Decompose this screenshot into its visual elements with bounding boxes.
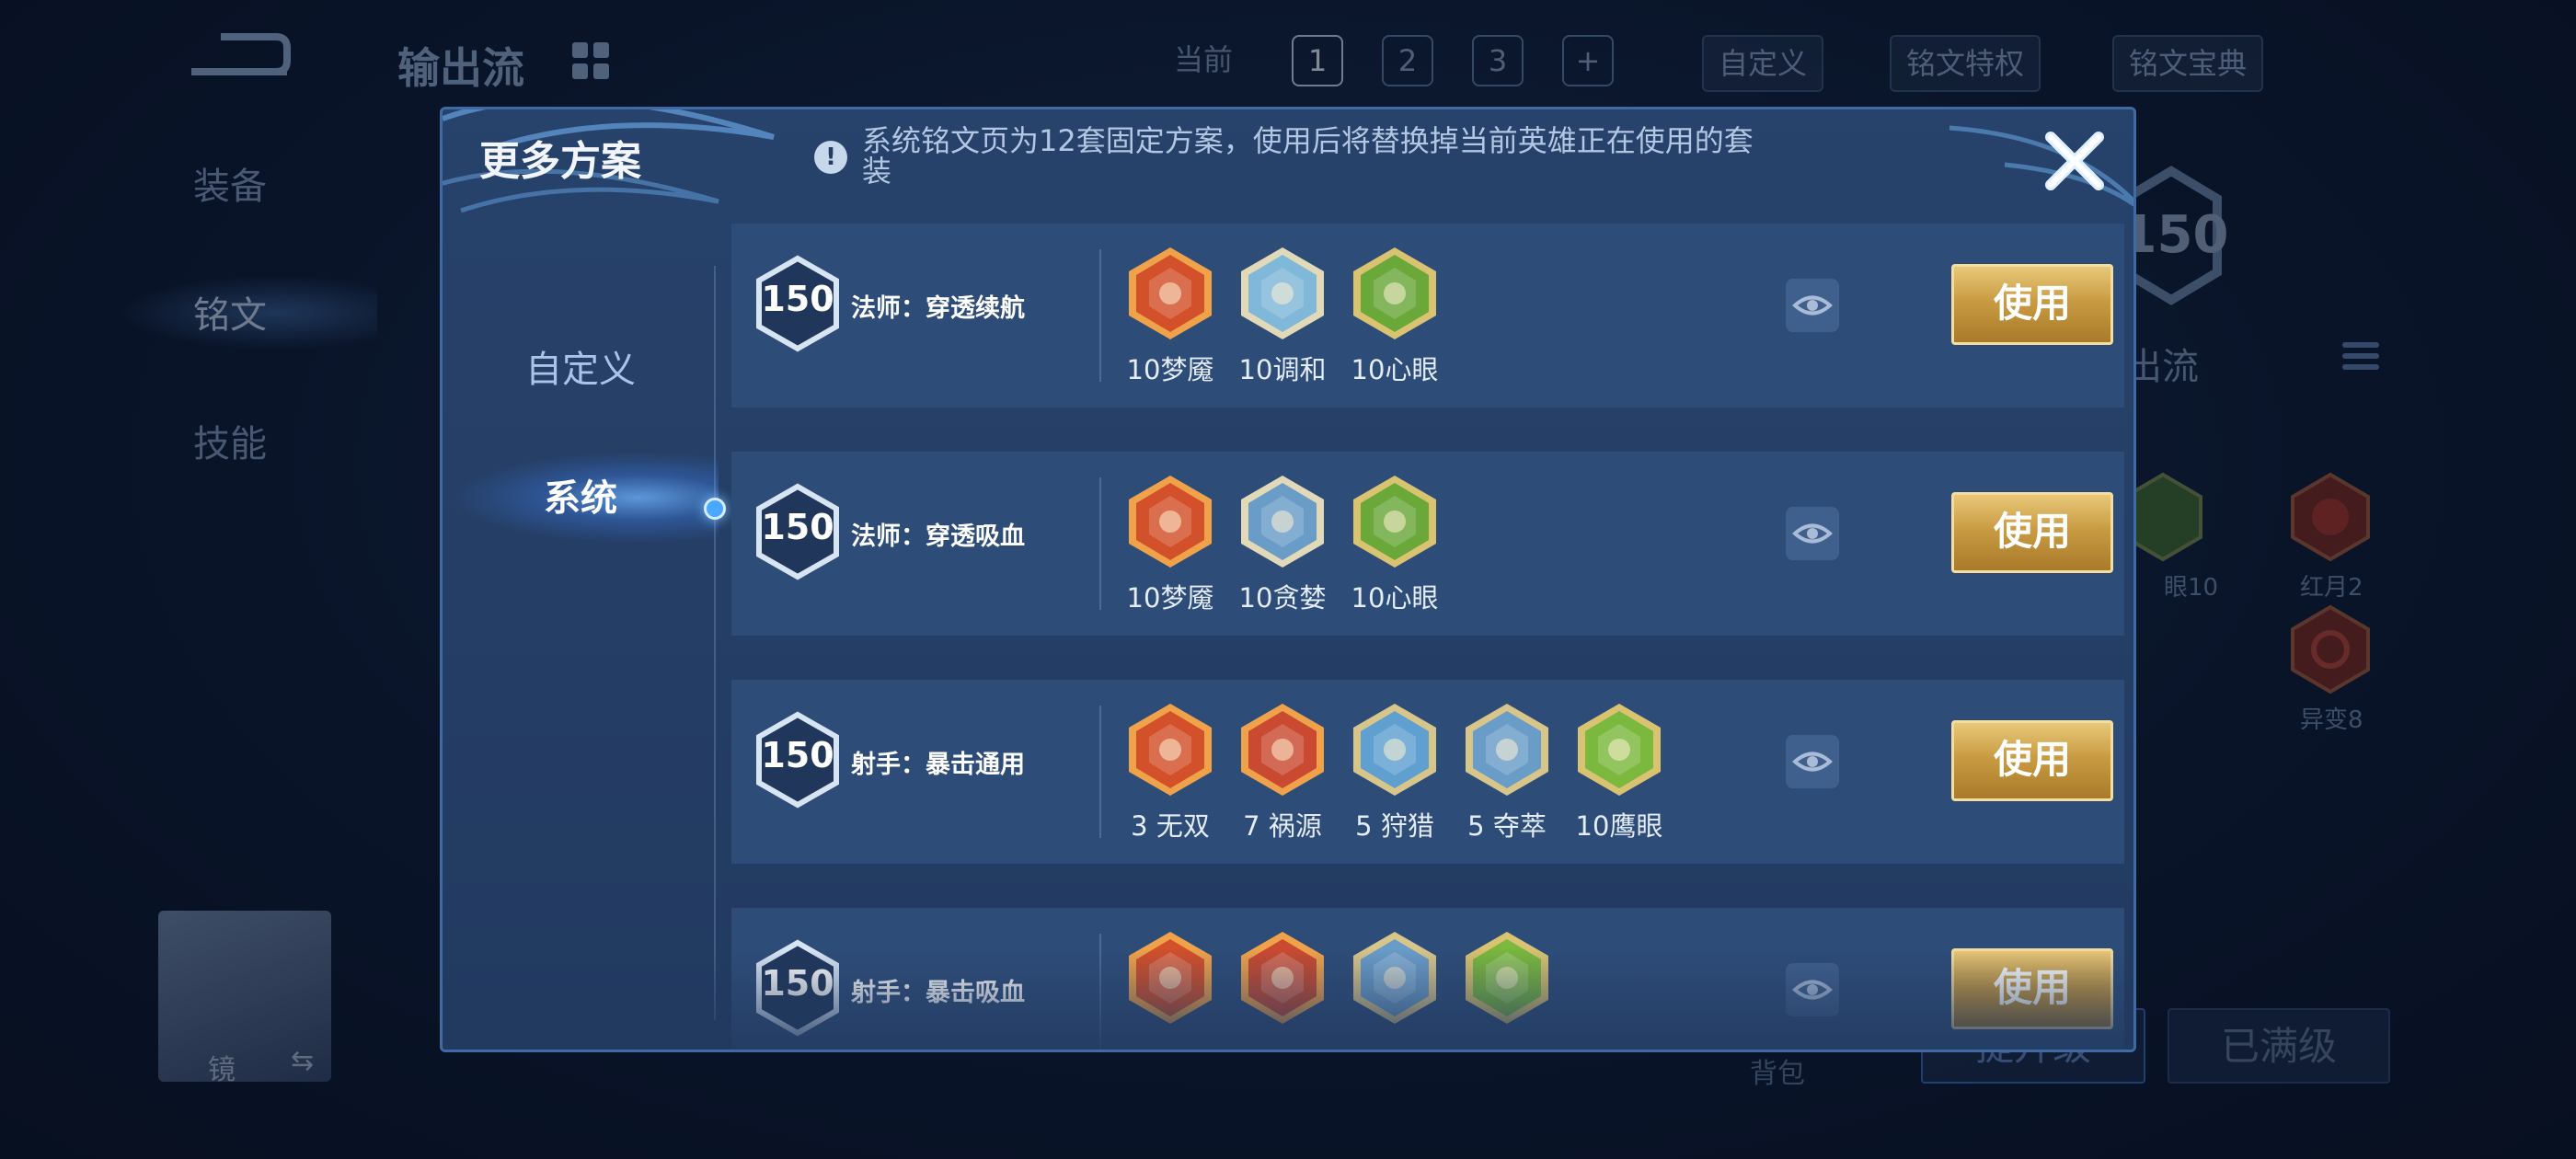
- tab-divider: [714, 266, 716, 1020]
- inscription-gem-icon[interactable]: [1125, 472, 1215, 571]
- bg-gem-red-icon: [2289, 603, 2372, 695]
- grid-icon[interactable]: [572, 42, 609, 79]
- inscription-gem-icon[interactable]: [1125, 244, 1215, 343]
- inscription-gem-icon[interactable]: [1350, 244, 1440, 343]
- gem-label: 10鹰眼: [1575, 810, 1663, 842]
- gem-label: 3 无双: [1131, 810, 1210, 842]
- inscription-gem-icon[interactable]: [1237, 244, 1328, 343]
- gem-label: 10心眼: [1351, 582, 1439, 614]
- custom-tab-button[interactable]: 自定义: [1702, 35, 1824, 92]
- row-divider: [1099, 477, 1101, 610]
- row-divider: [1099, 706, 1101, 838]
- preview-button[interactable]: [1786, 507, 1839, 560]
- page-2-button[interactable]: 2: [1382, 35, 1433, 86]
- privilege-label: 铭文特权: [1906, 46, 2025, 81]
- bg-flow-label: 出流: [2125, 346, 2199, 388]
- add-page-button[interactable]: +: [1562, 35, 1614, 86]
- plan-row: 150 射手：暴击吸血 使用: [731, 908, 2124, 1050]
- inscription-gem-icon[interactable]: [1350, 700, 1440, 799]
- use-button[interactable]: 使用: [1951, 264, 2113, 345]
- modal-title: 更多方案: [479, 138, 641, 185]
- eye-icon: [1791, 980, 1834, 1000]
- row-divider: [1099, 934, 1101, 1050]
- bg-gem-red-icon: [2289, 471, 2372, 563]
- maxed-button[interactable]: 已满级: [2168, 1008, 2390, 1084]
- gem-label: 5 夺萃: [1467, 810, 1547, 842]
- sidebar-item-equipment[interactable]: 装备: [193, 156, 267, 210]
- tab-indicator-dot: [704, 498, 726, 520]
- page-1-button[interactable]: 1: [1292, 35, 1343, 86]
- plan-level: 150: [761, 735, 834, 775]
- use-button[interactable]: 使用: [1951, 948, 2113, 1029]
- inscription-gem-icon[interactable]: [1125, 700, 1215, 799]
- tab-custom[interactable]: 自定义: [443, 339, 719, 393]
- gem-label: 10梦魇: [1126, 354, 1214, 385]
- inscription-gem-icon[interactable]: [1125, 928, 1215, 1027]
- more-plans-modal: 更多方案 ! 系统铭文页为12套固定方案，使用后将替换掉当前英雄正在使用的套装 …: [440, 107, 2136, 1052]
- inscription-gem-icon[interactable]: [1237, 928, 1328, 1027]
- codex-label: 铭文宝典: [2129, 46, 2248, 81]
- preview-button[interactable]: [1786, 279, 1839, 332]
- plan-row: 150 射手：暴击通用 使用 3 无双 7 祸源 5 狩猎 5 夺萃 10鹰眼: [731, 680, 2124, 864]
- close-icon: [2045, 132, 2104, 190]
- codex-button[interactable]: 铭文宝典: [2112, 35, 2264, 92]
- notice-icon: !: [814, 141, 847, 174]
- inscription-gem-icon[interactable]: [1237, 472, 1328, 571]
- swap-icon[interactable]: ⇆: [291, 1045, 314, 1077]
- sidebar-item-skill[interactable]: 技能: [193, 414, 267, 467]
- plan-list[interactable]: 150 法师：穿透续航 使用 10梦魇 10调和 10心眼 150 法师：穿透吸…: [731, 224, 2124, 1050]
- tab-system[interactable]: 系统: [443, 468, 719, 522]
- inscription-gem-icon[interactable]: [1350, 472, 1440, 571]
- eye-icon: [1791, 295, 1834, 316]
- bg-gem-label: 眼10: [2164, 574, 2219, 602]
- plan-level: 150: [761, 507, 834, 547]
- plan-name: 射手：暴击通用: [851, 751, 1025, 779]
- plan-level: 150: [761, 279, 834, 319]
- use-button[interactable]: 使用: [1951, 720, 2113, 801]
- gem-label: 10梦魇: [1126, 582, 1214, 614]
- page-3-button[interactable]: 3: [1472, 35, 1524, 86]
- preview-button[interactable]: [1786, 735, 1839, 788]
- sidebar-item-inscription[interactable]: 铭文: [193, 285, 267, 339]
- modal-tabs: 自定义 系统: [443, 211, 726, 1039]
- plan-row: 150 法师：穿透吸血 使用 10梦魇 10贪婪 10心眼: [731, 452, 2124, 636]
- backpack-label[interactable]: 背包: [1750, 1050, 1805, 1091]
- inscription-gem-icon[interactable]: [1350, 928, 1440, 1027]
- eye-icon: [1791, 523, 1834, 544]
- use-button[interactable]: 使用: [1951, 492, 2113, 573]
- gem-label: 7 祸源: [1243, 810, 1322, 842]
- back-arrow-icon[interactable]: [184, 28, 294, 92]
- page-title: 输出流: [397, 43, 524, 93]
- eye-icon: [1791, 752, 1834, 772]
- menu-icon[interactable]: [2342, 342, 2379, 379]
- inscription-gem-icon[interactable]: [1237, 700, 1328, 799]
- bg-gem-label: 异变8: [2300, 706, 2363, 734]
- gem-label: 10心眼: [1351, 354, 1439, 385]
- hero-name: 镜: [208, 1054, 236, 1086]
- plan-row: 150 法师：穿透续航 使用 10梦魇 10调和 10心眼: [731, 224, 2124, 407]
- plan-name: 法师：穿透续航: [851, 294, 1025, 323]
- row-divider: [1099, 249, 1101, 382]
- current-tab[interactable]: 当前: [1174, 37, 1233, 79]
- close-button[interactable]: [2038, 124, 2111, 198]
- plan-name: 法师：穿透吸血: [851, 522, 1025, 551]
- inscription-gem-icon[interactable]: [1462, 700, 1552, 799]
- privilege-button[interactable]: 铭文特权: [1890, 35, 2041, 92]
- notice-text: 系统铭文页为12套固定方案，使用后将替换掉当前英雄正在使用的套装: [862, 123, 1754, 189]
- plan-level: 150: [761, 963, 834, 1004]
- bg-gem-label: 红月2: [2300, 574, 2363, 602]
- gem-label: 5 狩猎: [1355, 810, 1434, 842]
- gem-label: 10贪婪: [1238, 582, 1327, 614]
- bg-level-text: 150: [2122, 205, 2226, 265]
- inscription-gem-icon[interactable]: [1462, 928, 1552, 1027]
- gem-label: 10调和: [1238, 354, 1327, 385]
- preview-button[interactable]: [1786, 963, 1839, 1016]
- plan-name: 射手：暴击吸血: [851, 979, 1025, 1007]
- inscription-gem-icon[interactable]: [1574, 700, 1664, 799]
